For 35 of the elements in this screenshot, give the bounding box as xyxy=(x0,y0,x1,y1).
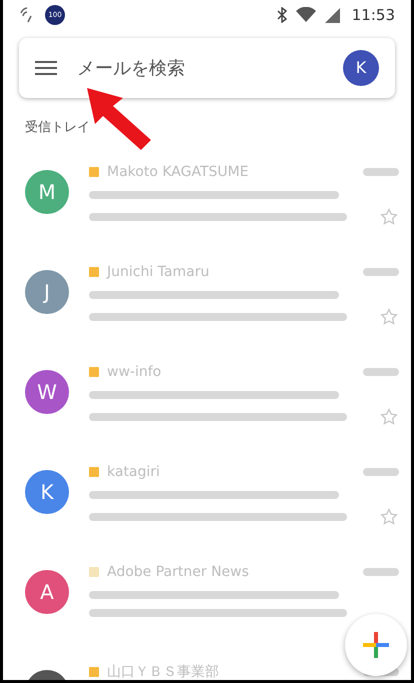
email-row[interactable]: M Makoto KAGATSUME xyxy=(3,148,411,248)
account-avatar[interactable]: K xyxy=(343,50,379,86)
blurred-text-drawing xyxy=(363,566,399,578)
menu-icon[interactable] xyxy=(35,60,57,76)
folder-title: 受信トレイ xyxy=(25,119,91,137)
sender-avatar: M xyxy=(25,170,69,214)
clock-time: 11:53 xyxy=(352,4,395,26)
cell-signal-icon xyxy=(324,7,340,23)
wifi-icon xyxy=(296,7,316,23)
sender-name: ww-info xyxy=(107,362,162,382)
plus-icon xyxy=(363,632,389,658)
sender-name: Makoto KAGATSUME xyxy=(107,162,250,182)
search-placeholder: メールを検索 xyxy=(77,56,186,80)
sender-name: 山口ＹＢＳ事業部 xyxy=(107,662,220,680)
star-icon[interactable] xyxy=(379,406,399,426)
star-icon[interactable] xyxy=(379,206,399,226)
email-row[interactable]: K katagiri xyxy=(3,448,411,548)
compose-button[interactable] xyxy=(345,614,407,676)
sender-name: Adobe Partner News xyxy=(107,562,250,582)
email-row[interactable]: A Adobe Partner News xyxy=(3,548,411,648)
sender-avatar: J xyxy=(25,270,69,314)
blurred-text-drawing xyxy=(363,366,399,378)
email-row[interactable]: J Junichi Tamaru xyxy=(3,248,411,348)
sender-avatar: K xyxy=(25,470,69,514)
blurred-text-drawing xyxy=(363,266,399,278)
blurred-text-drawing xyxy=(363,166,399,178)
star-icon[interactable] xyxy=(379,306,399,326)
sender-name: Junichi Tamaru xyxy=(107,262,210,282)
sender-name: katagiri xyxy=(107,462,161,482)
star-icon[interactable] xyxy=(379,506,399,526)
bluetooth-icon xyxy=(276,7,288,23)
blurred-text-drawing xyxy=(363,466,399,478)
email-row[interactable]: W ww-info xyxy=(3,348,411,448)
sender-avatar: W xyxy=(25,370,69,414)
sender-avatar: A xyxy=(25,570,69,614)
